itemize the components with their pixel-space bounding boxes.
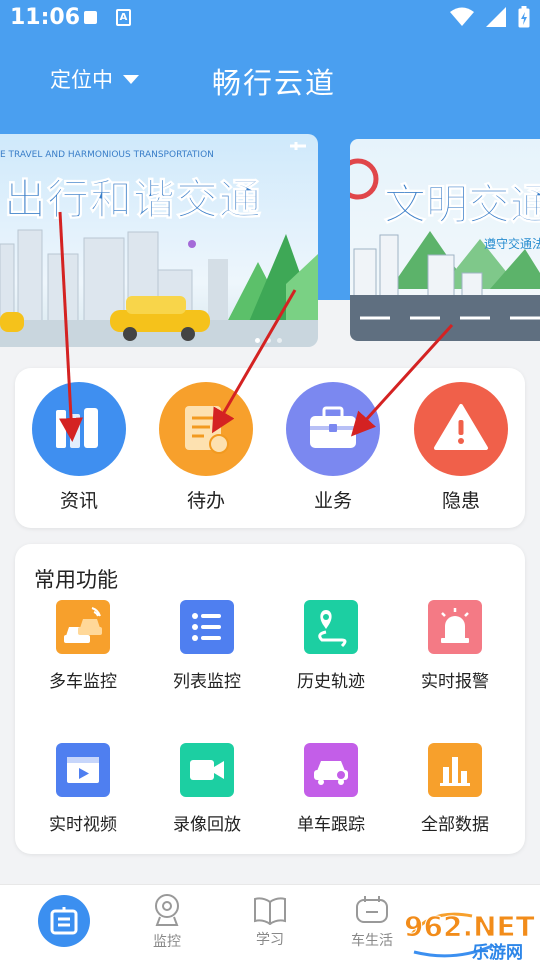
function-playback[interactable]: 录像回放 [147,743,267,835]
section-title: 常用功能 [34,568,118,592]
banner-1-subtitle: E TRAVEL AND HARMONIOUS TRANSPORTATION [0,150,214,160]
quick-action-todo[interactable]: 待办 [156,382,256,513]
book-icon [254,897,286,926]
list-icon [180,600,234,654]
multi-car-icon [56,600,110,654]
wifi-icon [450,7,474,26]
quick-action-business[interactable]: 业务 [283,382,383,513]
bar-chart-icon [428,743,482,797]
banner-2-subtitle: 遵守交通法 [484,237,540,251]
function-label: 历史轨迹 [297,672,365,692]
function-realtime-alarm[interactable]: 实时报警 [395,600,515,692]
carousel-dot [277,338,282,343]
status-bar: 11:06 A [0,0,540,36]
function-label: 全部数据 [421,815,489,835]
quick-action-label: 待办 [186,490,225,512]
warning-icon [414,382,508,476]
a-icon: A [116,9,131,26]
car-track-icon [304,743,358,797]
function-realtime-video[interactable]: 实时视频 [23,743,143,835]
task-icon [159,382,253,476]
books-icon [32,382,126,476]
caret-down-icon [123,74,139,84]
alarm-icon [428,600,482,654]
nav-label: 学习 [256,932,284,948]
banner-slide-1[interactable]: E TRAVEL AND HARMONIOUS TRANSPORTATION 出… [0,134,318,347]
function-list-monitor[interactable]: 列表监控 [147,600,267,692]
app-title: 畅行云道 [212,66,337,100]
function-history-track[interactable]: 历史轨迹 [271,600,391,692]
video-icon [56,743,110,797]
function-label: 实时视频 [49,815,117,835]
nav-label: 监控 [153,934,181,950]
banner-2-title: 文明交通 [383,180,540,230]
watermark-logo: 962.NET 乐游网 [402,908,540,960]
quick-actions-card: 资讯 待办 业务 隐患 [15,368,525,528]
quick-action-label: 资讯 [59,490,98,512]
webcam-icon [155,894,179,926]
quick-action-label: 隐患 [441,490,480,512]
signal-icon [486,7,506,27]
function-label: 实时报警 [421,672,489,692]
nav-monitor[interactable]: 监控 [122,885,212,951]
function-all-data[interactable]: 全部数据 [395,743,515,835]
function-label: 列表监控 [173,672,241,692]
function-multi-car-monitor[interactable]: 多车监控 [23,600,143,692]
quick-action-news[interactable]: 资讯 [29,382,129,513]
car-life-icon [356,896,388,923]
location-selector[interactable]: 定位中 [50,64,139,94]
nav-home[interactable] [38,895,90,947]
watermark-subtext: 乐游网 [472,943,523,960]
nav-learn[interactable]: 学习 [225,885,315,949]
status-time: 11:06 [10,5,81,30]
quick-action-label: 业务 [313,490,352,512]
function-label: 单车跟踪 [297,815,365,835]
location-label: 定位中 [50,68,113,92]
banner-slide-2[interactable]: 文明交通 遵守交通法 [350,139,540,341]
track-icon [304,600,358,654]
home-icon [50,907,78,935]
notification-icon [84,11,97,24]
common-functions-card: 常用功能 多车监控 列表监控 历史轨迹 实时报警 实时视频 录像回放 单车跟踪 … [15,544,525,854]
function-label: 录像回放 [173,815,241,835]
briefcase-icon [286,382,380,476]
carousel-dot [266,338,271,343]
camera-icon [180,743,234,797]
banner-1-title: 出行和谐交通 [3,175,263,225]
battery-icon [518,6,530,28]
carousel-dot [255,338,260,343]
carousel-indicator [255,338,282,343]
function-single-car-track[interactable]: 单车跟踪 [271,743,391,835]
quick-action-hazard[interactable]: 隐患 [411,382,511,513]
status-right [450,6,530,28]
function-label: 多车监控 [49,672,117,692]
